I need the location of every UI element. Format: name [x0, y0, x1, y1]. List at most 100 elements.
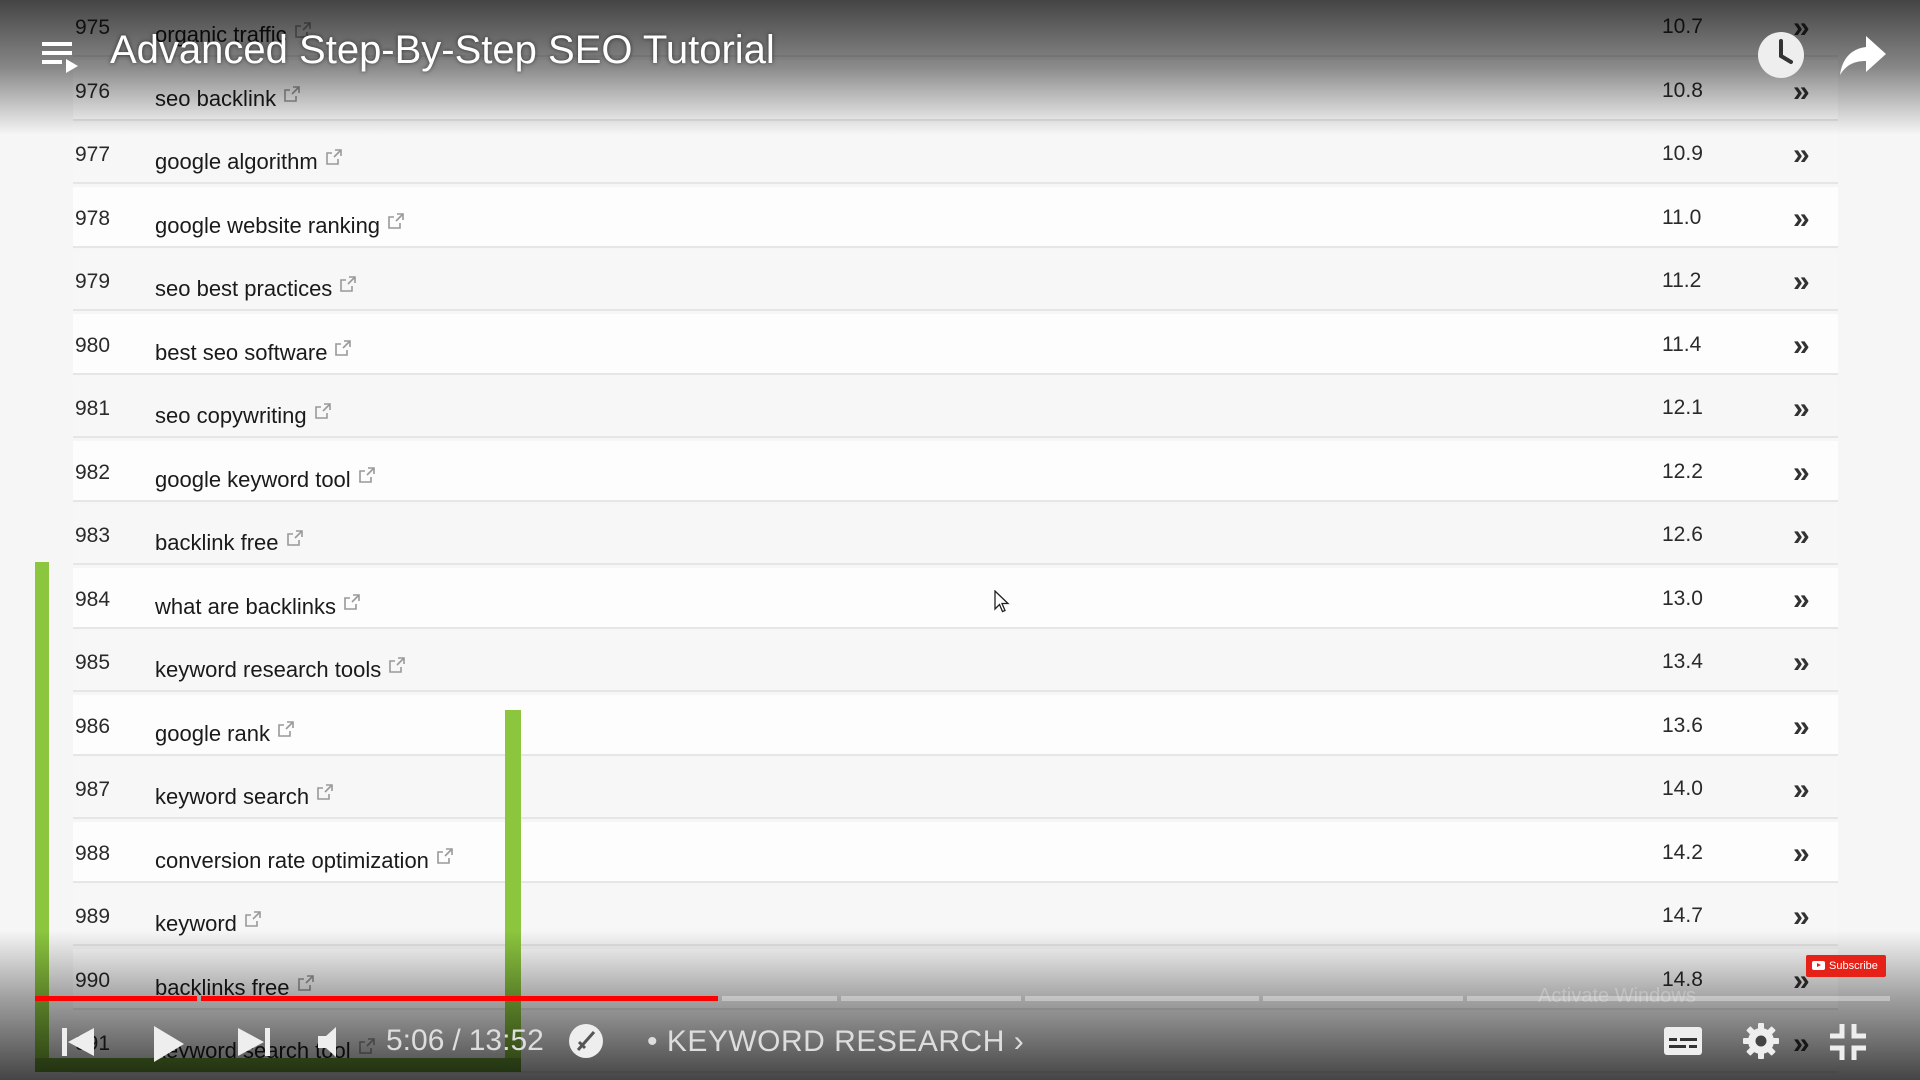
row-rank: 983 — [75, 524, 111, 547]
subscribe-button[interactable]: Subscribe — [1806, 955, 1886, 977]
external-link-icon[interactable] — [388, 209, 404, 235]
progress-played-segment — [598, 996, 718, 1001]
row-keyword: google website ranking — [155, 212, 381, 238]
external-link-icon[interactable] — [340, 272, 357, 298]
row-keyword-link[interactable]: keyword search — [155, 780, 333, 810]
time-display: 5:06/13:52 — [386, 1024, 544, 1058]
double-chevron-right-icon[interactable]: » — [1793, 267, 1810, 297]
chapter-title-button[interactable]: • KEYWORD RESEARCH › — [647, 1025, 1024, 1059]
table-row: 978 google website ranking 11.0 » — [73, 186, 1838, 248]
external-link-icon[interactable] — [314, 399, 331, 425]
video-frame[interactable]: 975organic traffic10.7»976seo backlink10… — [0, 0, 1920, 1080]
time-current: 5:06 — [386, 1024, 445, 1057]
row-keyword: google keyword tool — [155, 466, 351, 492]
double-chevron-right-icon[interactable]: » — [1793, 902, 1810, 932]
row-value: 11.4 — [1662, 332, 1702, 356]
external-link-icon[interactable] — [437, 844, 453, 870]
row-value: 13.6 — [1662, 713, 1703, 737]
external-link-icon[interactable] — [317, 780, 333, 806]
progress-segment — [722, 996, 837, 1001]
double-chevron-right-icon[interactable]: » — [1793, 584, 1810, 615]
external-link-icon[interactable] — [325, 145, 342, 171]
video-title[interactable]: Advanced Step-By-Step SEO Tutorial — [110, 28, 775, 73]
share-arrow-icon[interactable] — [1838, 32, 1888, 78]
row-value: 12.6 — [1662, 523, 1703, 546]
row-keyword-link[interactable]: best seo software — [155, 336, 352, 366]
row-keyword-link[interactable]: keyword research tools — [155, 653, 406, 683]
row-keyword-link[interactable]: seo best practices — [155, 272, 357, 302]
double-chevron-right-icon[interactable]: » — [1793, 203, 1810, 234]
row-value: 13.0 — [1662, 586, 1703, 610]
exit-fullscreen-icon[interactable] — [1828, 1022, 1868, 1062]
double-chevron-right-icon[interactable]: » — [1793, 394, 1810, 424]
row-rank: 980 — [75, 333, 111, 357]
row-keyword: keyword research tools — [155, 657, 382, 682]
table-row: 987 keyword search 14.0 » — [73, 758, 1838, 819]
double-chevron-right-icon[interactable]: » — [1793, 457, 1810, 488]
row-keyword-link[interactable]: google keyword tool — [155, 463, 375, 493]
progress-played-segment — [35, 996, 197, 1001]
external-link-icon[interactable] — [358, 463, 375, 489]
chevron-right-icon: › — [1013, 1025, 1025, 1058]
row-value: 14.2 — [1662, 840, 1703, 864]
double-chevron-right-icon[interactable]: » — [1793, 648, 1810, 678]
row-rank: 977 — [75, 143, 111, 166]
double-chevron-right-icon[interactable]: » — [1793, 140, 1810, 170]
mouse-cursor-icon — [994, 590, 1010, 613]
double-chevron-right-icon[interactable]: » — [1793, 330, 1810, 361]
chapter-title: • KEYWORD RESEARCH — [647, 1025, 1005, 1058]
progress-played-segment — [201, 996, 628, 1001]
skip-next-icon[interactable] — [236, 1024, 272, 1060]
row-value: 12.1 — [1662, 396, 1703, 419]
double-chevron-right-icon[interactable]: » — [1793, 521, 1810, 551]
double-chevron-right-icon[interactable]: » — [1793, 711, 1810, 742]
row-value: 11.2 — [1662, 269, 1702, 292]
table-row: 988 conversion rate optimization 14.2 » — [73, 821, 1838, 883]
clock-icon[interactable] — [1756, 30, 1806, 80]
progress-bar[interactable] — [35, 996, 1890, 1001]
youtube-icon — [1812, 961, 1825, 970]
row-keyword-link[interactable]: backlink free — [155, 526, 303, 556]
skip-previous-icon[interactable] — [60, 1024, 96, 1060]
row-keyword: best seo software — [155, 339, 328, 365]
row-keyword-link[interactable]: what are backlinks — [155, 590, 360, 620]
volume-icon[interactable] — [316, 1024, 352, 1060]
external-link-icon[interactable] — [389, 653, 406, 679]
row-rank: 984 — [75, 587, 111, 611]
play-icon[interactable] — [150, 1024, 186, 1064]
row-keyword: what are backlinks — [155, 593, 336, 619]
row-keyword-link[interactable]: conversion rate optimization — [155, 844, 453, 874]
table-row: 983 backlink free 12.6 » — [73, 504, 1838, 565]
row-keyword: keyword search — [155, 784, 310, 809]
progress-segment — [1263, 996, 1463, 1001]
row-value: 14.0 — [1662, 777, 1703, 800]
external-link-icon[interactable] — [286, 526, 303, 552]
external-link-icon[interactable] — [344, 590, 360, 616]
row-value: 14.7 — [1662, 904, 1703, 927]
external-link-icon[interactable] — [278, 717, 294, 743]
gear-icon[interactable] — [1742, 1022, 1780, 1060]
row-rank: 981 — [75, 397, 111, 420]
row-rank: 986 — [75, 714, 111, 738]
progress-segment — [841, 996, 1021, 1001]
progress-segment — [1025, 996, 1259, 1001]
row-keyword: seo copywriting — [155, 403, 307, 428]
row-keyword: google rank — [155, 720, 270, 746]
chapter-icon[interactable] — [567, 1022, 605, 1060]
row-rank: 987 — [75, 778, 111, 801]
row-keyword: seo best practices — [155, 276, 333, 301]
row-keyword-link[interactable]: google algorithm — [155, 145, 342, 175]
subtitles-icon[interactable] — [1663, 1024, 1703, 1058]
row-value: 13.4 — [1662, 650, 1703, 673]
time-separator: / — [452, 1024, 461, 1057]
row-keyword: google algorithm — [155, 149, 318, 174]
row-rank: 979 — [75, 270, 111, 293]
external-link-icon[interactable] — [335, 336, 352, 362]
table-row: 982 google keyword tool 12.2 » — [73, 440, 1838, 502]
row-keyword-link[interactable]: seo copywriting — [155, 399, 331, 429]
double-chevron-right-icon[interactable]: » — [1793, 838, 1810, 869]
playlist-icon[interactable] — [40, 36, 80, 76]
row-keyword-link[interactable]: google rank — [155, 717, 294, 747]
row-keyword-link[interactable]: google website ranking — [155, 209, 404, 239]
double-chevron-right-icon[interactable]: » — [1793, 775, 1810, 805]
